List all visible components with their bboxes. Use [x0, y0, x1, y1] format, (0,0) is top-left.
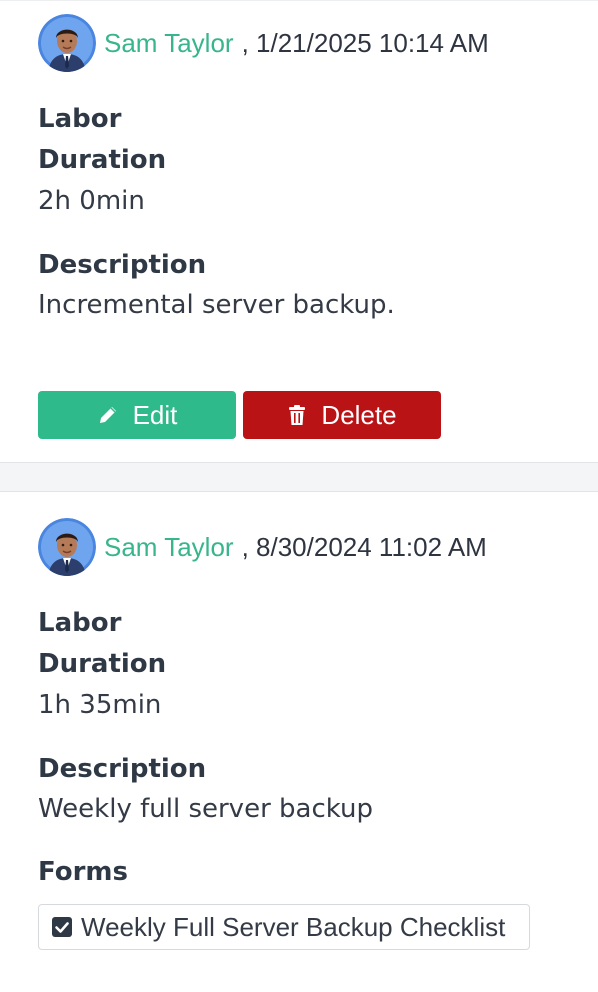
form-name: Weekly Full Server Backup Checklist: [81, 911, 506, 942]
author-link[interactable]: Sam Taylor: [104, 532, 234, 563]
author-link[interactable]: Sam Taylor: [104, 28, 234, 59]
duration-value: 2h 0min: [38, 186, 145, 216]
duration-label: Duration: [38, 649, 167, 679]
entry-header: Sam Taylor , 1/21/2025 10:14 AM: [38, 14, 489, 72]
description-label: Description: [38, 754, 207, 784]
entry-timestamp: , 8/30/2024 11:02 AM: [241, 531, 487, 562]
edit-button-label: Edit: [132, 399, 178, 430]
divider: [0, 0, 598, 1]
activity-entry: Sam Taylor , 1/21/2025 10:14 AM Labor Du…: [0, 0, 598, 462]
avatar: [38, 518, 96, 576]
description-value: Weekly full server backup: [38, 794, 373, 824]
entry-timestamp: , 1/21/2025 10:14 AM: [241, 27, 489, 58]
delete-button[interactable]: Delete: [243, 391, 441, 439]
pencil-icon: [97, 404, 119, 426]
edit-button[interactable]: Edit: [38, 391, 236, 439]
entry-type-label: Labor: [38, 608, 122, 638]
avatar: [38, 14, 96, 72]
entry-separator: [0, 462, 598, 492]
entry-type-label: Labor: [38, 104, 122, 134]
trash-icon: [287, 404, 307, 426]
activity-entry: Sam Taylor , 8/30/2024 11:02 AM Labor Du…: [0, 492, 598, 992]
duration-value: 1h 35min: [38, 690, 162, 720]
duration-label: Duration: [38, 145, 167, 175]
forms-label: Forms: [38, 857, 128, 887]
description-value: Incremental server backup.: [38, 290, 395, 320]
entry-header: Sam Taylor , 8/30/2024 11:02 AM: [38, 518, 487, 576]
form-link[interactable]: Weekly Full Server Backup Checklist: [38, 904, 530, 950]
delete-button-label: Delete: [321, 399, 397, 430]
checkbox-checked-icon: [51, 916, 73, 938]
description-label: Description: [38, 250, 207, 280]
